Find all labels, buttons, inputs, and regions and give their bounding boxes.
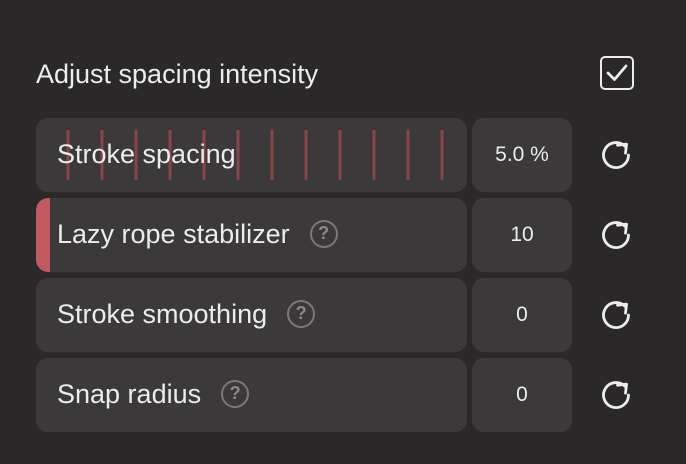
- lazy-rope-stabilizer-label: Lazy rope stabilizer ?: [57, 218, 338, 250]
- help-icon[interactable]: ?: [309, 220, 338, 248]
- snap-radius-label-text: Snap radius: [57, 379, 202, 409]
- stroke-spacing-value-field[interactable]: 5.0 %: [472, 118, 572, 192]
- spacing-settings-panel: Adjust spacing intensity Stroke spacing …: [0, 0, 686, 464]
- stroke-spacing-slider[interactable]: Stroke spacing: [36, 118, 467, 192]
- stroke-smoothing-reset-icon[interactable]: [598, 297, 634, 333]
- lazy-rope-stabilizer-row: Lazy rope stabilizer ? 10: [36, 198, 646, 272]
- snap-radius-slider[interactable]: Snap radius ?: [36, 358, 467, 432]
- lazy-rope-stabilizer-label-text: Lazy rope stabilizer: [57, 219, 290, 249]
- lazy-rope-stabilizer-reset-icon[interactable]: [598, 217, 634, 253]
- stroke-spacing-label-text: Stroke spacing: [57, 139, 236, 169]
- adjust-spacing-label: Adjust spacing intensity: [36, 59, 319, 89]
- help-icon[interactable]: ?: [287, 300, 316, 328]
- checkmark-icon: [606, 64, 628, 81]
- stroke-smoothing-slider[interactable]: Stroke smoothing ?: [36, 278, 467, 352]
- snap-radius-label: Snap radius ?: [57, 378, 250, 410]
- stroke-smoothing-label: Stroke smoothing ?: [57, 298, 316, 330]
- snap-radius-reset-icon[interactable]: [598, 377, 634, 413]
- lazy-rope-stabilizer-slider[interactable]: Lazy rope stabilizer ?: [36, 198, 467, 272]
- adjust-spacing-checkbox[interactable]: [600, 56, 634, 90]
- lazy-rope-slider-handle[interactable]: [36, 198, 50, 272]
- stroke-smoothing-value-field[interactable]: 0: [472, 278, 572, 352]
- stroke-spacing-reset-icon[interactable]: [598, 137, 634, 173]
- stroke-smoothing-label-text: Stroke smoothing: [57, 299, 268, 329]
- snap-radius-row: Snap radius ? 0: [36, 358, 646, 432]
- adjust-spacing-row: Adjust spacing intensity: [36, 50, 646, 100]
- stroke-spacing-label: Stroke spacing: [57, 138, 236, 170]
- help-icon[interactable]: ?: [221, 380, 250, 408]
- lazy-rope-stabilizer-value-field[interactable]: 10: [472, 198, 572, 272]
- stroke-spacing-row: Stroke spacing 5.0 %: [36, 118, 646, 192]
- snap-radius-value-field[interactable]: 0: [472, 358, 572, 432]
- stroke-smoothing-row: Stroke smoothing ? 0: [36, 278, 646, 352]
